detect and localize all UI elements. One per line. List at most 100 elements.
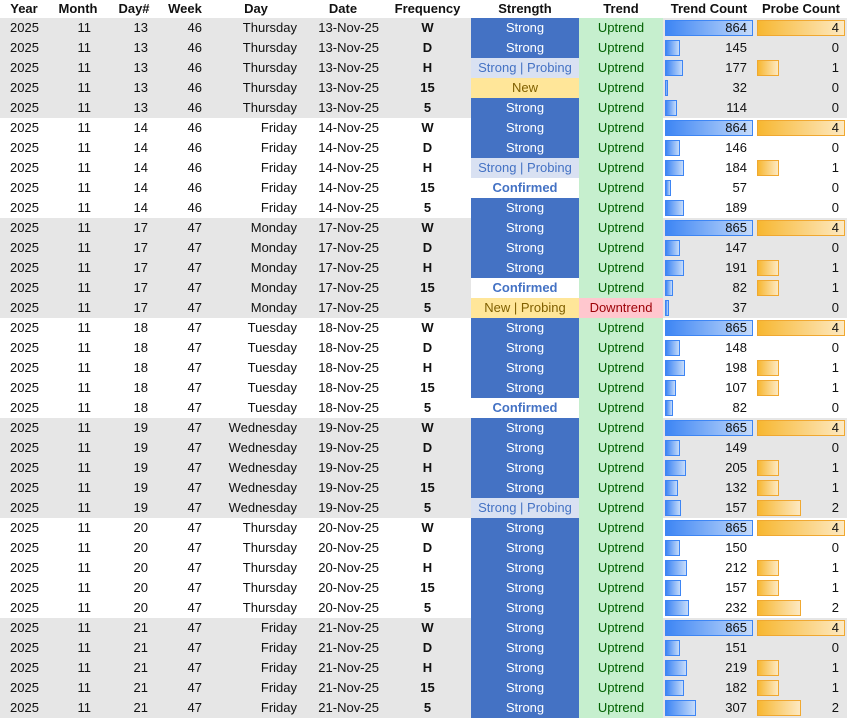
cell-day[interactable]: Friday [210,178,302,198]
cell-date[interactable]: 21-Nov-25 [302,658,384,678]
cell-probe-count[interactable]: 4 [755,118,847,138]
cell-trend[interactable]: Uptrend [579,118,663,138]
cell-probe-count[interactable]: 0 [755,438,847,458]
header-date[interactable]: Date [302,0,384,18]
cell-month[interactable]: 11 [48,98,108,118]
cell-year[interactable]: 2025 [0,498,48,518]
cell-strength[interactable]: Strong [471,578,579,598]
cell-day[interactable]: Thursday [210,518,302,538]
cell-trend[interactable]: Downtrend [579,298,663,318]
cell-day-number[interactable]: 19 [108,418,160,438]
header-week[interactable]: Week [160,0,210,18]
cell-frequency[interactable]: 15 [384,678,471,698]
header-trend[interactable]: Trend [579,0,663,18]
cell-day-number[interactable]: 18 [108,318,160,338]
cell-month[interactable]: 11 [48,58,108,78]
cell-strength[interactable]: Confirmed [471,278,579,298]
cell-month[interactable]: 11 [48,138,108,158]
cell-day[interactable]: Monday [210,238,302,258]
cell-day-number[interactable]: 18 [108,398,160,418]
cell-date[interactable]: 13-Nov-25 [302,78,384,98]
cell-strength[interactable]: Strong [471,98,579,118]
cell-year[interactable]: 2025 [0,578,48,598]
cell-trend[interactable]: Uptrend [579,158,663,178]
cell-week[interactable]: 47 [160,378,210,398]
cell-day[interactable]: Friday [210,658,302,678]
cell-trend[interactable]: Uptrend [579,338,663,358]
cell-trend-count[interactable]: 865 [663,218,755,238]
cell-probe-count[interactable]: 1 [755,558,847,578]
cell-day-number[interactable]: 13 [108,98,160,118]
cell-year[interactable]: 2025 [0,18,48,38]
cell-probe-count[interactable]: 2 [755,698,847,718]
cell-year[interactable]: 2025 [0,58,48,78]
cell-day[interactable]: Tuesday [210,338,302,358]
cell-strength[interactable]: Strong [471,538,579,558]
cell-day-number[interactable]: 21 [108,658,160,678]
cell-probe-count[interactable]: 0 [755,398,847,418]
cell-day-number[interactable]: 18 [108,378,160,398]
cell-day[interactable]: Friday [210,618,302,638]
cell-year[interactable]: 2025 [0,418,48,438]
cell-day-number[interactable]: 13 [108,58,160,78]
cell-frequency[interactable]: H [384,658,471,678]
cell-year[interactable]: 2025 [0,238,48,258]
cell-trend-count[interactable]: 148 [663,338,755,358]
cell-day[interactable]: Friday [210,638,302,658]
cell-week[interactable]: 47 [160,478,210,498]
cell-date[interactable]: 19-Nov-25 [302,498,384,518]
cell-trend-count[interactable]: 865 [663,318,755,338]
cell-year[interactable]: 2025 [0,638,48,658]
cell-trend[interactable]: Uptrend [579,138,663,158]
cell-year[interactable]: 2025 [0,518,48,538]
cell-strength[interactable]: Strong [471,358,579,378]
cell-probe-count[interactable]: 0 [755,238,847,258]
cell-frequency[interactable]: H [384,358,471,378]
cell-month[interactable]: 11 [48,698,108,718]
cell-strength[interactable]: Strong [471,38,579,58]
cell-strength[interactable]: Strong [471,338,579,358]
cell-strength[interactable]: Strong [471,418,579,438]
cell-strength[interactable]: Strong [471,378,579,398]
cell-date[interactable]: 17-Nov-25 [302,278,384,298]
cell-month[interactable]: 11 [48,618,108,638]
cell-frequency[interactable]: D [384,238,471,258]
cell-week[interactable]: 47 [160,638,210,658]
cell-day[interactable]: Tuesday [210,398,302,418]
cell-trend[interactable]: Uptrend [579,58,663,78]
cell-day-number[interactable]: 13 [108,78,160,98]
cell-month[interactable]: 11 [48,158,108,178]
cell-date[interactable]: 19-Nov-25 [302,458,384,478]
cell-year[interactable]: 2025 [0,158,48,178]
cell-day[interactable]: Friday [210,158,302,178]
cell-strength[interactable]: Strong | Probing [471,58,579,78]
cell-trend-count[interactable]: 177 [663,58,755,78]
cell-date[interactable]: 19-Nov-25 [302,418,384,438]
cell-week[interactable]: 46 [160,78,210,98]
cell-trend-count[interactable]: 198 [663,358,755,378]
cell-week[interactable]: 47 [160,358,210,378]
cell-month[interactable]: 11 [48,378,108,398]
cell-year[interactable]: 2025 [0,358,48,378]
cell-day-number[interactable]: 17 [108,218,160,238]
cell-trend[interactable]: Uptrend [579,358,663,378]
cell-probe-count[interactable]: 4 [755,418,847,438]
cell-probe-count[interactable]: 1 [755,578,847,598]
cell-year[interactable]: 2025 [0,678,48,698]
cell-trend-count[interactable]: 32 [663,78,755,98]
cell-probe-count[interactable]: 1 [755,378,847,398]
cell-month[interactable]: 11 [48,458,108,478]
cell-day[interactable]: Wednesday [210,498,302,518]
cell-year[interactable]: 2025 [0,658,48,678]
cell-probe-count[interactable]: 1 [755,278,847,298]
cell-day[interactable]: Monday [210,298,302,318]
cell-month[interactable]: 11 [48,598,108,618]
cell-week[interactable]: 47 [160,438,210,458]
header-frequency[interactable]: Frequency [384,0,471,18]
cell-probe-count[interactable]: 1 [755,58,847,78]
cell-trend-count[interactable]: 145 [663,38,755,58]
cell-week[interactable]: 46 [160,38,210,58]
cell-trend[interactable]: Uptrend [579,258,663,278]
cell-day[interactable]: Monday [210,278,302,298]
cell-day[interactable]: Wednesday [210,458,302,478]
